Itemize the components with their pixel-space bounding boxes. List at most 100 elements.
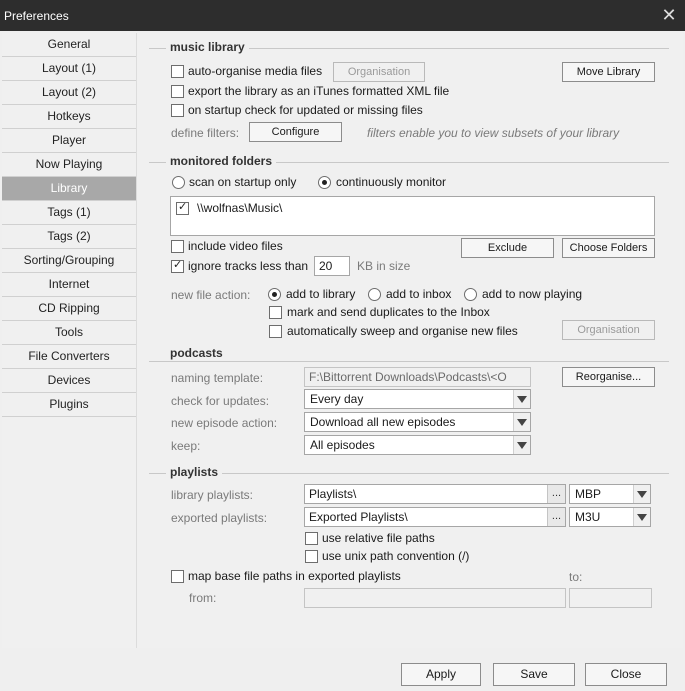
chevron-down-icon [513,390,530,408]
sidebar-item-tools[interactable]: Tools [2,321,136,345]
ignore-tracks-checkbox[interactable] [171,258,184,273]
monitored-folders-list[interactable]: \\wolfnas\Music\ [170,196,655,236]
sidebar-item-tags-1[interactable]: Tags (1) [2,201,136,225]
section-monitored-heading: monitored folders [166,154,277,168]
check-updates-label: check for updates: [171,394,270,408]
apply-button[interactable]: Apply [401,663,481,686]
library-format-select[interactable]: MBP [569,484,651,504]
check-updates-select[interactable]: Every day [304,389,531,409]
add-inbox-radio[interactable] [368,288,381,301]
exported-playlists-label: exported playlists: [171,511,268,525]
naming-template-label: naming template: [171,371,264,385]
sidebar-item-library[interactable]: Library [2,177,136,201]
chevron-down-icon [513,436,530,454]
scan-startup-label: scan on startup only [189,175,297,189]
ignore-tracks-label: ignore tracks less than [188,259,309,273]
unix-paths-label: use unix path convention (/) [322,549,470,563]
sidebar-item-general[interactable]: General [2,33,136,57]
sidebar-item-layout-1[interactable]: Layout (1) [2,57,136,81]
library-playlists-value: Playlists\ [309,487,357,501]
sweep-organisation-button[interactable]: Organisation [562,320,655,340]
include-video-checkbox[interactable] [171,240,184,253]
choose-folders-button[interactable]: Choose Folders [562,238,655,258]
mark-duplicates-label: mark and send duplicates to the Inbox [287,305,490,319]
relative-paths-checkbox[interactable] [305,532,318,545]
to-label: to: [569,570,583,584]
filters-hint: filters enable you to view subsets of yo… [367,126,620,140]
move-library-button[interactable]: Move Library [562,62,655,82]
configure-button[interactable]: Configure [249,122,342,142]
exported-format-select[interactable]: M3U [569,507,651,527]
auto-sweep-label: automatically sweep and organise new fil… [287,324,518,338]
relative-paths-label: use relative file paths [322,531,435,545]
define-filters-label: define filters: [171,126,240,140]
sidebar-item-devices[interactable]: Devices [2,369,136,393]
close-icon[interactable]: ✕ [659,5,679,25]
organisation-button[interactable]: Organisation [333,62,425,82]
mark-duplicates-checkbox[interactable] [269,306,282,319]
chevron-down-icon [633,485,650,503]
keep-select[interactable]: All episodes [304,435,531,455]
map-base-paths-checkbox[interactable] [171,570,184,583]
section-podcasts-heading: podcasts [166,346,227,360]
footer-bar: Apply Save Close [0,648,685,691]
sidebar-item-player[interactable]: Player [2,129,136,153]
auto-sweep-checkbox[interactable] [269,325,282,338]
add-now-playing-label: add to now playing [482,287,583,301]
startup-check-checkbox[interactable] [171,104,184,117]
auto-organise-label: auto-organise media files [188,64,323,78]
section-playlists-heading: playlists [166,465,223,479]
library-playlists-label: library playlists: [171,488,254,502]
sidebar-item-sorting-grouping[interactable]: Sorting/Grouping [2,249,136,273]
add-inbox-label: add to inbox [386,287,452,301]
sidebar-item-layout-2[interactable]: Layout (2) [2,81,136,105]
folder-checkbox[interactable] [176,200,189,215]
from-path-input[interactable] [304,588,566,608]
section-divider [149,361,669,362]
chevron-down-icon [513,413,530,431]
export-itunes-checkbox[interactable] [171,85,184,98]
continuous-monitor-radio[interactable] [318,176,331,189]
browse-button[interactable]: ... [547,485,565,503]
browse-button[interactable]: ... [547,508,565,526]
continuous-monitor-label: continuously monitor [336,175,447,189]
exported-playlists-input[interactable]: Exported Playlists\ ... [304,507,566,527]
export-itunes-label: export the library as an iTunes formatte… [188,84,450,98]
close-button[interactable]: Close [585,663,667,686]
library-playlists-input[interactable]: Playlists\ ... [304,484,566,504]
naming-template-input[interactable]: F:\Bittorrent Downloads\Podcasts\<O [304,367,531,387]
sidebar-item-cd-ripping[interactable]: CD Ripping [2,297,136,321]
window-title: Preferences [4,9,69,23]
save-button[interactable]: Save [493,663,575,686]
unix-paths-checkbox[interactable] [305,550,318,563]
exported-format-value: M3U [575,510,601,524]
sidebar-item-tags-2[interactable]: Tags (2) [2,225,136,249]
sidebar: General Layout (1) Layout (2) Hotkeys Pl… [2,33,137,648]
exported-playlists-value: Exported Playlists\ [309,510,408,524]
keep-value: All episodes [310,438,375,452]
scan-startup-radio[interactable] [172,176,185,189]
episode-action-value: Download all new episodes [310,415,456,429]
section-divider [149,473,669,474]
from-label: from: [189,591,217,605]
ignore-size-input[interactable]: 20 [314,256,350,276]
sidebar-item-internet[interactable]: Internet [2,273,136,297]
to-path-input[interactable] [569,588,652,608]
add-now-playing-radio[interactable] [464,288,477,301]
episode-action-select[interactable]: Download all new episodes [304,412,531,432]
reorganise-button[interactable]: Reorganise... [562,367,655,387]
preferences-window: Preferences ✕ General Layout (1) Layout … [0,0,685,691]
sidebar-item-hotkeys[interactable]: Hotkeys [2,105,136,129]
library-panel: music library auto-organise media files … [137,33,683,648]
title-bar: Preferences ✕ [0,0,685,31]
auto-organise-checkbox[interactable] [171,65,184,78]
exclude-button[interactable]: Exclude [461,238,554,258]
sidebar-item-file-converters[interactable]: File Converters [2,345,136,369]
chevron-down-icon [633,508,650,526]
new-file-action-label: new file action: [171,288,251,302]
add-library-radio[interactable] [268,288,281,301]
sidebar-item-plugins[interactable]: Plugins [2,393,136,417]
keep-label: keep: [171,439,201,453]
sidebar-item-now-playing[interactable]: Now Playing [2,153,136,177]
startup-check-label: on startup check for updated or missing … [188,103,423,117]
